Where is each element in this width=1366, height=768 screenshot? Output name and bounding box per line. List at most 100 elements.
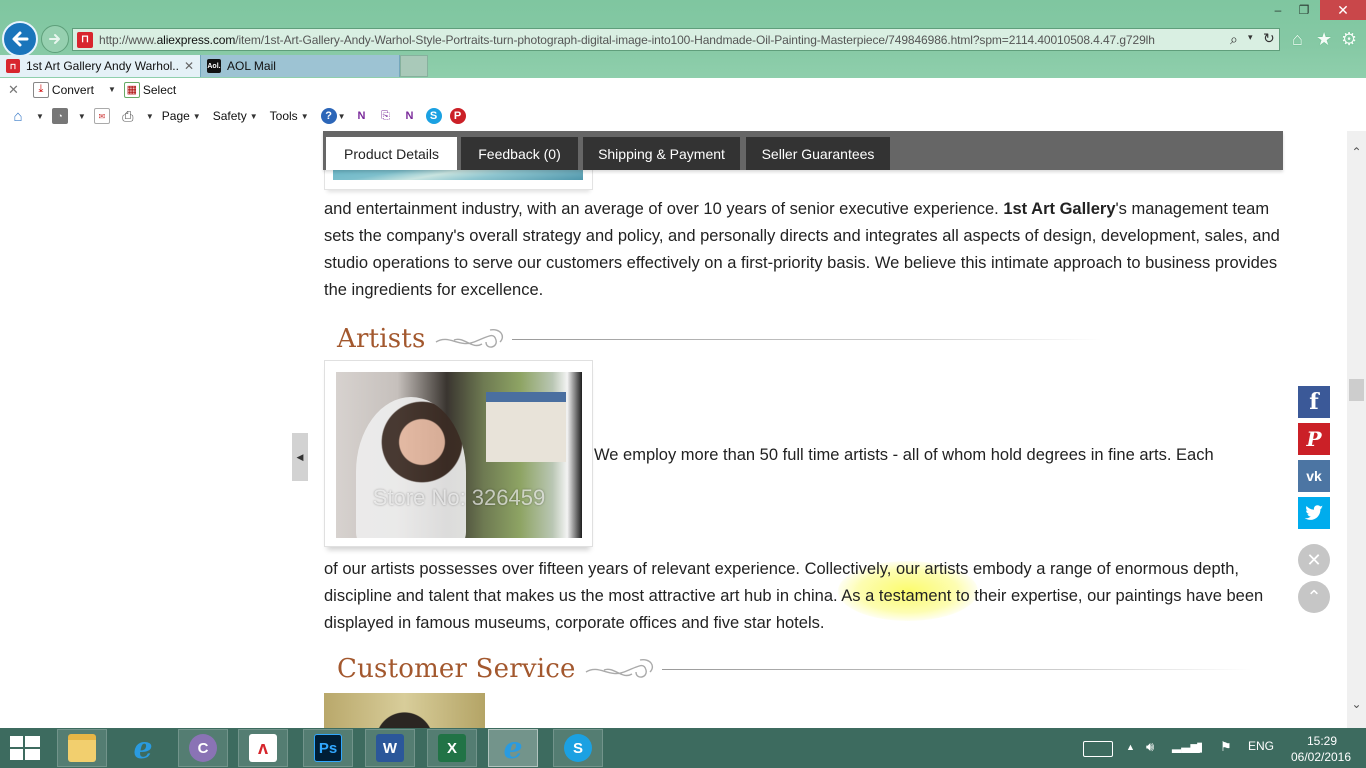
pinterest-icon[interactable]: P: [449, 108, 466, 124]
taskbar-excel[interactable]: X: [427, 729, 477, 767]
share-vk[interactable]: vk: [1298, 460, 1330, 492]
chevron-down-icon[interactable]: ▼: [78, 112, 86, 121]
tab-strip: ⊓ 1st Art Gallery Andy Warhol... ✕ Aol. …: [0, 55, 428, 78]
minimize-button[interactable]: –: [1266, 0, 1290, 20]
url-input[interactable]: http://www.aliexpress.com/item/1st-Art-G…: [99, 33, 1209, 47]
internet-explorer-icon: e: [133, 730, 153, 766]
tab-label: AOL Mail: [227, 59, 276, 73]
safety-menu-label: Safety: [212, 109, 247, 123]
taskbar-photoshop[interactable]: Ps: [303, 729, 353, 767]
rss-feed-icon[interactable]: ◔: [51, 108, 68, 124]
taskbar-skype[interactable]: S: [553, 729, 603, 767]
url-path: /item/1st-Art-Gallery-Andy-Warhol-Style-…: [235, 32, 1155, 47]
scroll-up-icon[interactable]: ⌃: [1347, 145, 1366, 159]
sidebar-toggle[interactable]: ◀: [292, 433, 308, 481]
scroll-down-icon[interactable]: ⌄: [1347, 697, 1366, 711]
taskbar-bittorrent[interactable]: C: [178, 729, 228, 767]
chevron-down-icon[interactable]: ▼: [146, 112, 154, 121]
chevron-down-icon: ▼: [300, 111, 309, 121]
command-bar-pdf: ✕ ⤓ Convert ▼ ▦ Select: [0, 78, 1366, 101]
chevron-down-icon[interactable]: ▼: [338, 112, 346, 121]
close-window-button[interactable]: ✕: [1320, 0, 1366, 20]
select-button[interactable]: ▦ Select: [123, 81, 176, 98]
home-icon[interactable]: ⌂: [1292, 29, 1303, 49]
taskbar-file-explorer[interactable]: [57, 729, 107, 767]
back-button[interactable]: [2, 21, 38, 57]
help-icon[interactable]: ?: [320, 108, 337, 124]
excel-icon: X: [438, 734, 466, 762]
skype-icon: S: [564, 734, 592, 762]
tab-product-details[interactable]: Product Details: [326, 137, 457, 170]
refresh-icon[interactable]: ↻: [1263, 30, 1275, 47]
chevron-down-icon[interactable]: ▼: [36, 112, 44, 121]
taskbar-internet-explorer-active[interactable]: e: [488, 729, 538, 767]
mail-icon[interactable]: ✉: [93, 108, 110, 124]
forward-button[interactable]: [41, 25, 69, 53]
tab-aol-mail[interactable]: Aol. AOL Mail: [201, 55, 400, 77]
chevron-down-icon[interactable]: ▾: [1248, 32, 1253, 43]
convert-label: Convert: [51, 82, 94, 97]
tools-menu[interactable]: Tools ▼: [270, 109, 317, 123]
print-icon[interactable]: ⎙: [120, 108, 136, 124]
volume-icon[interactable]: 🔊︎: [1146, 739, 1154, 755]
aliexpress-favicon-icon: ⊓: [77, 31, 93, 48]
windows-start-icon[interactable]: [8, 734, 42, 762]
flourish-ornament-icon: [585, 658, 653, 678]
back-to-top-button[interactable]: ⌃: [1298, 581, 1330, 613]
section-divider: [661, 668, 1252, 670]
gear-icon[interactable]: ⚙: [1341, 29, 1357, 49]
battery-icon[interactable]: ▮: [1196, 739, 1203, 755]
artists-paragraph: of our artists possesses over fifteen ye…: [324, 560, 1264, 632]
folder-icon: [68, 734, 96, 762]
tab-feedback[interactable]: Feedback (0): [461, 137, 578, 170]
customer-service-section-header: Customer Service: [337, 654, 1252, 684]
action-center-flag-icon[interactable]: ⚑: [1220, 739, 1232, 755]
artist-figure: [356, 397, 466, 538]
painting-canvas: [486, 392, 566, 462]
language-indicator[interactable]: ENG: [1248, 739, 1274, 753]
pdf-convert-icon: ⤓: [32, 81, 49, 98]
favorites-star-icon[interactable]: ★: [1316, 29, 1332, 49]
tab-seller-guarantees[interactable]: Seller Guarantees: [746, 137, 890, 170]
adobe-reader-icon: ᴧ: [249, 734, 277, 762]
scrollbar-thumb[interactable]: [1349, 379, 1364, 401]
close-toolbar-icon[interactable]: ✕: [8, 82, 19, 98]
customer-service-photo: [324, 693, 485, 728]
skype-icon[interactable]: S: [425, 108, 442, 124]
share-twitter[interactable]: [1298, 497, 1330, 529]
maximize-button[interactable]: ❐: [1292, 0, 1316, 20]
page-viewport: Product Details Feedback (0) Shipping & …: [0, 131, 1347, 728]
artists-paragraph-start: We employ more than 50 full time artists…: [594, 446, 1214, 464]
tab-shipping-payment[interactable]: Shipping & Payment: [583, 137, 740, 170]
convert-button[interactable]: ⤓ Convert: [32, 81, 94, 98]
safety-menu[interactable]: Safety ▼: [213, 109, 266, 123]
url-prefix: http://www.: [99, 32, 157, 47]
convert-dropdown-icon[interactable]: ▼: [108, 85, 116, 94]
chevron-down-icon: ▼: [249, 111, 258, 121]
artist-painting-photo: Store No: 326459: [336, 372, 582, 538]
taskbar-word[interactable]: W: [365, 729, 415, 767]
close-tab-icon[interactable]: ✕: [184, 59, 194, 73]
taskbar-internet-explorer-pinned[interactable]: e: [118, 729, 168, 767]
share-facebook[interactable]: f: [1298, 386, 1330, 418]
page-menu[interactable]: Page ▼: [162, 109, 209, 123]
address-bar[interactable]: ⊓ http://www.aliexpress.com/item/1st-Art…: [72, 28, 1280, 51]
onenote-icon[interactable]: N: [354, 108, 370, 124]
share-pinterest[interactable]: P: [1298, 423, 1330, 455]
show-hidden-icons-icon[interactable]: ▲: [1126, 742, 1135, 752]
close-share-button[interactable]: ✕: [1298, 544, 1330, 576]
tab-aliexpress[interactable]: ⊓ 1st Art Gallery Andy Warhol... ✕: [0, 55, 201, 77]
search-icon[interactable]: ⌕: [1230, 31, 1238, 48]
touch-keyboard-icon[interactable]: [1083, 741, 1113, 757]
clock-time[interactable]: 15:29: [1290, 734, 1354, 748]
taskbar-adobe-reader[interactable]: ᴧ: [238, 729, 288, 767]
bittorrent-icon: C: [189, 734, 217, 762]
clip-icon[interactable]: ⎘: [378, 108, 394, 124]
home-icon[interactable]: ⌂: [10, 108, 26, 125]
photoshop-icon: Ps: [314, 734, 342, 762]
clock-date[interactable]: 06/02/2016: [1286, 750, 1356, 764]
onenote-linked-icon[interactable]: N: [402, 108, 418, 124]
new-tab-button[interactable]: [400, 55, 428, 77]
vertical-scrollbar[interactable]: ⌃ ⌄: [1347, 131, 1366, 728]
word-icon: W: [376, 734, 404, 762]
